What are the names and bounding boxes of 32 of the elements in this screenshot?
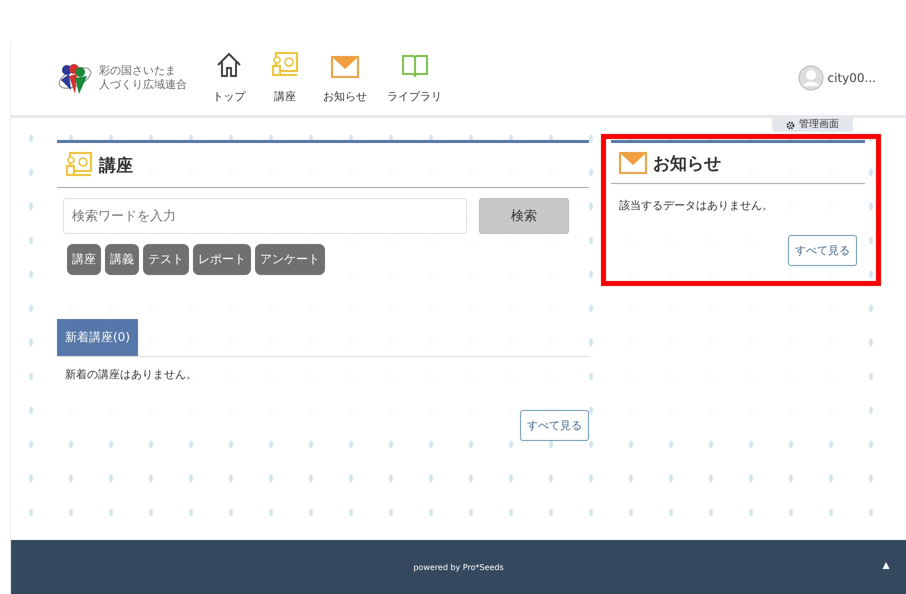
user-name[interactable]: city00... bbox=[828, 70, 876, 84]
avatar-icon bbox=[798, 64, 824, 90]
panel-title: お知らせ bbox=[653, 152, 721, 174]
home-icon bbox=[215, 51, 243, 79]
tab[interactable]: 新着講座(0) bbox=[57, 319, 138, 356]
envelope-icon bbox=[331, 55, 359, 79]
view-all-button[interactable]: すべて見る bbox=[788, 235, 857, 266]
logo-text: 彩の国さいたま bbox=[99, 64, 177, 78]
nav-link[interactable]: トップ bbox=[203, 51, 255, 104]
envelope-icon bbox=[619, 151, 647, 175]
empty-message: 新着の講座はありません。 bbox=[65, 367, 198, 382]
logo-text: 人づくり広域連合 bbox=[99, 78, 187, 92]
panel-title: 講座 bbox=[99, 154, 133, 176]
search-field[interactable]: 検索ワードを入力 bbox=[63, 198, 467, 234]
book-icon bbox=[400, 53, 428, 79]
presentation-icon bbox=[271, 51, 299, 79]
filter-button[interactable]: アンケート bbox=[255, 244, 325, 275]
footer-text: powered by Pro*Seeds bbox=[413, 562, 504, 572]
search-button[interactable]: 検索 bbox=[479, 198, 569, 234]
gear-icon bbox=[786, 120, 795, 130]
empty-message: 該当するデータはありません。 bbox=[619, 198, 774, 213]
nav-link[interactable]: ライブラリ bbox=[379, 53, 450, 104]
nav-link[interactable]: お知らせ bbox=[315, 55, 375, 104]
filter-button[interactable]: テスト bbox=[143, 244, 189, 275]
filter-button[interactable]: 講義 bbox=[105, 244, 139, 275]
view-all-button[interactable]: すべて見る bbox=[520, 410, 589, 441]
back-to-top-button[interactable]: ▲ bbox=[880, 558, 892, 572]
filter-button[interactable]: レポート bbox=[193, 244, 251, 275]
admin-tab[interactable]: 管理画面 bbox=[772, 118, 853, 132]
filter-button[interactable]: 講座 bbox=[67, 244, 101, 275]
presentation-icon bbox=[65, 151, 93, 179]
nav-link[interactable]: 講座 bbox=[259, 51, 311, 104]
